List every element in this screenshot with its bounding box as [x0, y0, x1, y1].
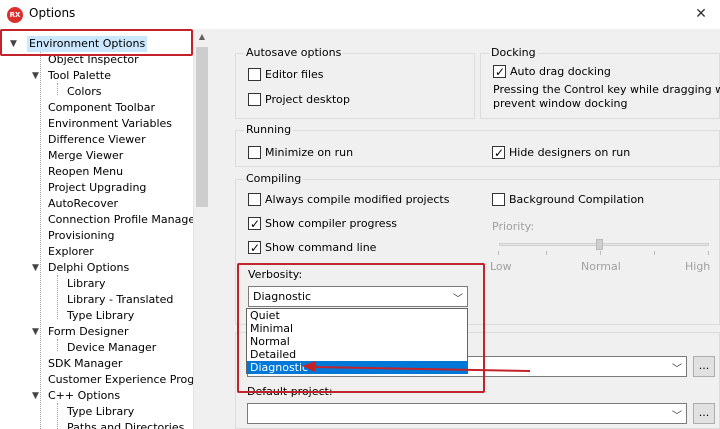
default-project-select[interactable]: ﹀: [247, 403, 687, 424]
tree-item-label: Device Manager: [67, 341, 157, 354]
chevron-down-icon[interactable]: ﹀: [672, 360, 682, 375]
tree-item-label: Project Upgrading: [48, 181, 147, 194]
tree-item-label: AutoRecover: [48, 197, 119, 210]
checkbox-label: Auto drag docking: [510, 65, 611, 78]
tree-line: [57, 83, 58, 95]
tree-line: [57, 403, 58, 429]
slider-tick: [546, 251, 547, 255]
slider-tick: [600, 251, 601, 255]
tree-item-label: Customer Experience Program: [48, 373, 209, 386]
checkbox-label: Project desktop: [265, 93, 351, 106]
slider-tick: [654, 251, 655, 255]
chevron-down-icon[interactable]: ▼: [32, 324, 39, 340]
scroll-up-icon[interactable]: ▲: [194, 29, 210, 45]
tree-item-label: Type Library: [67, 309, 135, 322]
priority-normal-label: Normal: [581, 260, 621, 273]
priority-label: Priority:: [492, 220, 535, 233]
checkbox-box[interactable]: [248, 146, 261, 159]
tree-item-label: Merge Viewer: [48, 149, 124, 162]
running-group-title: Running: [244, 123, 294, 137]
slider-tick: [708, 251, 709, 255]
red-arrow-icon: [302, 361, 531, 372]
tree-item-label: Reopen Menu: [48, 165, 124, 178]
tree-item-label: Library: [67, 277, 106, 290]
tree-item-label: Connection Profile Manager: [48, 213, 200, 226]
priority-low-label: Low: [490, 260, 512, 273]
docking-group: Docking Auto drag docking Pressing the C…: [480, 46, 720, 119]
tree-item-label: Library - Translated: [67, 293, 174, 306]
checkbox-box[interactable]: [248, 193, 261, 206]
autosave-group-title: Autosave options: [244, 46, 344, 60]
docking-note-line1: Pressing the Control key while dragging …: [493, 83, 720, 96]
app-icon: RX: [7, 7, 23, 23]
checkbox-box[interactable]: [248, 240, 261, 256]
checkbox-label: Minimize on run: [265, 146, 354, 159]
tree-item-label: C++ Options: [48, 389, 121, 402]
checkbox-label: Show compiler progress: [265, 217, 398, 230]
checkbox-box[interactable]: [492, 193, 505, 206]
browse-button[interactable]: ...: [693, 356, 715, 377]
priority-slider-track[interactable]: [499, 243, 709, 246]
checkbox-box[interactable]: [493, 64, 506, 80]
checkbox-box[interactable]: [248, 93, 261, 106]
tree-item-label: Paths and Directories: [67, 421, 185, 429]
autosave-group: Autosave options Editor files Project de…: [235, 46, 475, 119]
tree-item-label: Provisioning: [48, 229, 115, 242]
tree-item-label: Environment Variables: [48, 117, 173, 130]
tree-item-label: Difference Viewer: [48, 133, 146, 146]
tree-item-label: SDK Manager: [48, 357, 123, 370]
chevron-down-icon[interactable]: ▼: [32, 388, 39, 404]
chevron-down-icon[interactable]: ﹀: [672, 407, 682, 422]
checkbox-label: Editor files: [265, 68, 324, 81]
tree-line: [40, 51, 41, 429]
checkbox-label: Always compile modified projects: [265, 193, 450, 206]
running-group: Running Minimize on run Hide designers o…: [235, 123, 720, 167]
options-tree: ▼ Environment Options Object Inspector ▼…: [0, 29, 209, 429]
tree-line: [57, 339, 58, 351]
docking-note-line2: prevent window docking: [493, 97, 628, 110]
chevron-down-icon[interactable]: ▼: [32, 260, 39, 276]
tree-item-label: Colors: [67, 85, 102, 98]
tree-item-label: Explorer: [48, 245, 94, 258]
scrollbar-thumb[interactable]: [196, 47, 208, 207]
tree-scrollbar[interactable]: ▲: [193, 29, 209, 429]
tree-item-label: Delphi Options: [48, 261, 130, 274]
checkbox-label: Show command line: [265, 241, 377, 254]
checkbox-box[interactable]: [248, 216, 261, 232]
chevron-down-icon[interactable]: ▼: [32, 68, 39, 84]
priority-high-label: High: [685, 260, 711, 273]
priority-slider-thumb[interactable]: [596, 239, 603, 250]
tree-item-label: Type Library: [67, 405, 135, 418]
docking-group-title: Docking: [489, 46, 538, 60]
default-project-browse-button[interactable]: ...: [693, 403, 715, 424]
tree-item-label: Component Toolbar: [48, 101, 155, 114]
close-button[interactable]: ✕: [690, 5, 712, 23]
checkbox-label: Hide designers on run: [509, 146, 631, 159]
checkbox-box[interactable]: [492, 145, 505, 161]
compiling-group-title: Compiling: [244, 172, 304, 186]
highlight-box: [0, 29, 193, 56]
slider-tick: [498, 251, 499, 255]
tree-item-label: Form Designer: [48, 325, 129, 338]
checkbox-box[interactable]: [248, 68, 261, 81]
tree-line: [57, 275, 58, 319]
title-bar: RX Options ✕: [0, 0, 720, 29]
tree-item-label: Tool Palette: [48, 69, 111, 82]
window-title: Options: [29, 6, 76, 20]
checkbox-label: Background Compilation: [509, 193, 645, 206]
